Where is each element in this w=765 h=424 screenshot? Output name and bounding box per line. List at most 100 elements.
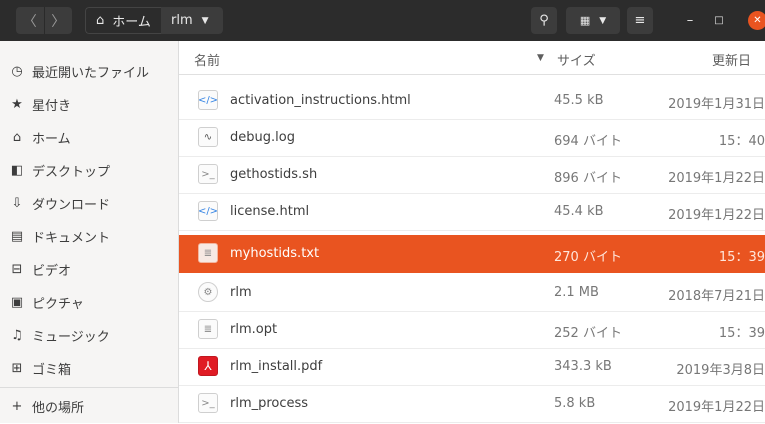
sidebar-item-home[interactable]: ⌂ ホーム xyxy=(0,119,178,155)
file-row[interactable]: >_ rlm_process 5.8 kB 2019年1月22日 xyxy=(179,385,765,423)
file-date: 2019年1月22日 xyxy=(668,171,765,186)
sidebar-item-label: ビデオ xyxy=(32,263,72,279)
file-row[interactable]: </> license.html 45.4 kB 2019年1月22日 xyxy=(179,193,765,231)
file-size: 5.8 kB xyxy=(554,396,596,411)
log-file-icon: ∿ xyxy=(198,127,218,147)
sort-descending-icon[interactable]: ▼ xyxy=(537,53,544,63)
view-options-button[interactable]: ▦ ▼ xyxy=(566,7,620,34)
pdf-file-icon: ⅄ xyxy=(198,356,218,376)
sidebar-item-label: ホーム xyxy=(32,131,71,147)
chevron-left-icon: 〈 xyxy=(22,13,37,30)
column-header-modified[interactable]: 更新日 xyxy=(712,50,751,69)
file-date: 2018年7月21日 xyxy=(668,289,765,304)
grid-view-icon: ▦ xyxy=(579,14,591,27)
file-row[interactable]: >_ gethostids.sh 896 バイト 2019年1月22日 xyxy=(179,156,765,194)
file-name: rlm.opt xyxy=(230,322,278,337)
column-header-size[interactable]: サイズ xyxy=(557,50,596,69)
file-row[interactable]: ⚙ rlm 2.1 MB 2018年7月21日 xyxy=(179,274,765,312)
download-icon: ⇩ xyxy=(11,195,23,211)
sidebar-item-label: ミュージック xyxy=(32,329,110,345)
file-row[interactable]: ⅄ rlm_install.pdf 343.3 kB 2019年3月8日 xyxy=(179,348,765,386)
sidebar-item-videos[interactable]: ⊟ ビデオ xyxy=(0,251,178,287)
minimize-icon: – xyxy=(686,13,694,28)
header-bar: 〈 〉 ⌂ ホーム rlm ▼ ⚲ ▦ ▼ ≡ – □ ✕ xyxy=(0,0,765,41)
sidebar-item-music[interactable]: ♫ ミュージック xyxy=(0,317,178,353)
desktop-icon: ◧ xyxy=(10,162,24,178)
sidebar-item-documents[interactable]: ▤ ドキュメント xyxy=(0,218,178,254)
video-icon: ⊟ xyxy=(11,261,23,277)
breadcrumb-current[interactable]: rlm ▼ xyxy=(161,7,223,34)
file-row-selected[interactable]: ≣ myhostids.txt 270 バイト 15：39 xyxy=(179,235,765,273)
minimize-button[interactable]: – xyxy=(677,7,703,34)
maximize-button[interactable]: □ xyxy=(706,7,732,34)
sidebar-item-label: ゴミ箱 xyxy=(32,362,72,378)
file-name: myhostids.txt xyxy=(230,246,320,261)
file-row[interactable]: </> activation_instructions.html 45.5 kB… xyxy=(179,82,765,120)
breadcrumb-home[interactable]: ⌂ ホーム xyxy=(85,7,161,34)
column-header-name[interactable]: 名前 xyxy=(194,50,220,69)
forward-button[interactable]: 〉 xyxy=(45,7,73,34)
sidebar-item-starred[interactable]: ★ 星付き xyxy=(0,86,178,122)
file-date: 2019年1月31日 xyxy=(668,97,765,112)
search-button[interactable]: ⚲ xyxy=(531,7,557,34)
file-name: license.html xyxy=(230,204,310,219)
sidebar-item-downloads[interactable]: ⇩ ダウンロード xyxy=(0,185,178,221)
file-date: 2019年3月8日 xyxy=(676,363,765,378)
back-button[interactable]: 〈 xyxy=(16,7,44,34)
file-size: 45.4 kB xyxy=(554,204,604,219)
file-size: 694 バイト xyxy=(554,134,622,149)
file-row[interactable]: ≣ rlm.opt 252 バイト 15：39 xyxy=(179,311,765,349)
file-size: 896 バイト xyxy=(554,171,622,186)
text-file-icon: ≣ xyxy=(198,319,218,339)
file-name: gethostids.sh xyxy=(230,167,318,182)
sidebar-item-desktop[interactable]: ◧ デスクトップ xyxy=(0,152,178,188)
file-row[interactable]: ∿ debug.log 694 バイト 15：40 xyxy=(179,119,765,157)
close-button[interactable]: ✕ xyxy=(748,11,765,30)
clock-icon: ◷ xyxy=(11,63,23,79)
file-name: activation_instructions.html xyxy=(230,93,411,108)
sidebar-item-trash[interactable]: ⊞ ゴミ箱 xyxy=(0,350,178,386)
text-file-icon: ≣ xyxy=(198,243,218,263)
column-header-row: 名前 ▼ サイズ 更新日 xyxy=(179,41,765,75)
menu-button[interactable]: ≡ xyxy=(627,7,653,34)
file-name: rlm_process xyxy=(230,396,309,411)
file-size: 270 バイト xyxy=(554,250,622,265)
file-list: 名前 ▼ サイズ 更新日 </> activation_instructions… xyxy=(179,41,765,423)
file-date: 15：39 xyxy=(718,250,765,265)
home-icon: ⌂ xyxy=(96,13,105,28)
maximize-icon: □ xyxy=(714,15,724,26)
file-name: rlm_install.pdf xyxy=(230,359,323,374)
sidebar-item-label: ダウンロード xyxy=(32,197,111,213)
music-icon: ♫ xyxy=(11,327,23,343)
file-date: 2019年1月22日 xyxy=(668,400,765,415)
star-icon: ★ xyxy=(11,96,23,112)
file-size: 2.1 MB xyxy=(554,285,599,300)
sidebar-item-label: 他の場所 xyxy=(32,400,85,416)
sidebar-item-label: ピクチャ xyxy=(32,296,84,312)
sidebar-item-label: ドキュメント xyxy=(32,230,111,246)
search-icon: ⚲ xyxy=(539,13,549,28)
chevron-down-icon: ▼ xyxy=(201,15,209,26)
breadcrumb-home-label: ホーム xyxy=(112,15,151,30)
sidebar: ◷ 最近開いたファイル ★ 星付き ⌂ ホーム ◧ デスクトップ ⇩ ダウンロー… xyxy=(0,41,179,423)
script-file-icon: >_ xyxy=(198,393,218,413)
file-date: 2019年1月22日 xyxy=(668,208,765,223)
sidebar-item-other-locations[interactable]: + 他の場所 xyxy=(0,388,178,424)
file-size: 45.5 kB xyxy=(554,93,604,108)
plus-icon: + xyxy=(11,398,23,414)
sidebar-item-label: 最近開いたファイル xyxy=(32,65,150,81)
home-icon: ⌂ xyxy=(12,129,22,145)
breadcrumb: ⌂ ホーム rlm ▼ xyxy=(85,7,223,34)
file-size: 343.3 kB xyxy=(554,359,612,374)
file-name: rlm xyxy=(230,285,252,300)
sidebar-item-pictures[interactable]: ▣ ピクチャ xyxy=(0,284,178,320)
file-date: 15：40 xyxy=(718,134,765,149)
html-file-icon: </> xyxy=(198,201,218,221)
file-size: 252 バイト xyxy=(554,326,622,341)
sidebar-item-recent[interactable]: ◷ 最近開いたファイル xyxy=(0,53,178,89)
navigation-buttons: 〈 〉 xyxy=(16,7,72,34)
file-date: 15：39 xyxy=(718,326,765,341)
sidebar-item-label: 星付き xyxy=(32,98,72,114)
executable-file-icon: ⚙ xyxy=(198,282,218,302)
script-file-icon: >_ xyxy=(198,164,218,184)
